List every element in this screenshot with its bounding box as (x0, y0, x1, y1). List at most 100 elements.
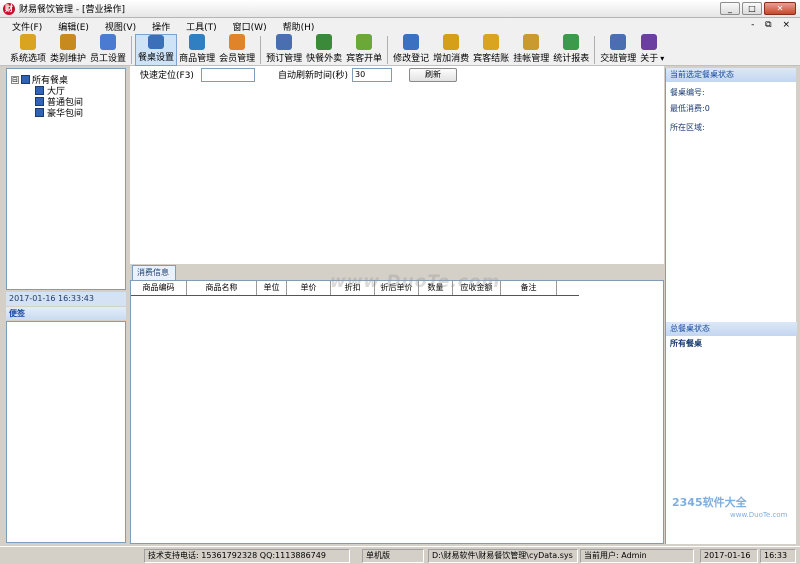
toolbar-button-label: 餐桌设置 (138, 53, 175, 63)
toolbar-icon (148, 35, 165, 49)
total-table-status-value: 所有餐桌 (670, 339, 702, 348)
column-header[interactable]: 备注 (501, 281, 557, 295)
app-icon: 财 (3, 2, 15, 15)
brand-logo: 2345软件大全 (672, 496, 747, 509)
toolbar-button-label: 商品管理 (179, 54, 216, 64)
toolbar-button[interactable]: 类别维护 (48, 34, 88, 66)
toolbar-button-label: 增加消费 (433, 54, 470, 64)
memo-textarea[interactable] (6, 321, 126, 543)
tree-node-luxury-room[interactable]: 豪华包间 (35, 106, 83, 119)
menu-help[interactable]: 帮助(H) (283, 20, 315, 33)
toolbar-separator (387, 36, 389, 64)
consumption-grid: 商品编码 商品名称 单位 单价 折扣 折后单价 数量 应收金额 备注 (130, 280, 664, 544)
tab-consumption-info[interactable]: 消费信息 (132, 265, 176, 280)
status-time: 16:33 (760, 549, 796, 563)
toolbar-button[interactable]: 交班管理 (598, 34, 638, 66)
selected-table-panel: 当前选定餐桌状态 餐桌编号: 最低消费:0 所在区域: 总餐桌状态 所有餐桌 (665, 68, 797, 544)
toolbar-icon (189, 34, 206, 50)
menu-tools[interactable]: 工具(T) (186, 20, 217, 33)
toolbar-button-label: 快餐外卖 (306, 54, 343, 64)
total-table-status-header: 总餐桌状态 (666, 322, 797, 336)
quick-locate-input[interactable] (201, 68, 255, 82)
toolbar-button[interactable]: 商品管理 (177, 34, 217, 66)
refresh-button[interactable]: 刷新 (409, 68, 457, 82)
toolbar-button[interactable]: 宾客开单 (344, 34, 384, 66)
toolbar-button-label: 预订管理 (266, 54, 303, 64)
column-header[interactable]: 商品名称 (187, 281, 257, 295)
auto-refresh-input[interactable]: 30 (352, 68, 392, 82)
toolbar-button[interactable]: 员工设置 (88, 34, 128, 66)
window-title: 财易餐饮管理 - [营业操作] (19, 5, 125, 15)
toolbar-button-label: 系统选项 (10, 54, 47, 64)
min-consumption-field: 最低消费:0 (670, 104, 710, 113)
watermark: www.DuoTe.com (330, 272, 501, 292)
toolbar-button-label: 关于 (640, 54, 659, 64)
menu-view[interactable]: 视图(V) (105, 20, 136, 33)
toolbar-button[interactable]: 系统选项 (8, 34, 48, 66)
brand-url: www.DuoTe.com (730, 511, 788, 519)
toolbar-button[interactable]: 会员管理 (217, 34, 257, 66)
status-edition: 单机版 (362, 549, 424, 563)
toolbar-button[interactable]: 快餐外卖 (304, 34, 344, 66)
toolbar-button[interactable]: 餐桌设置 (135, 34, 178, 66)
column-header[interactable]: 商品编码 (131, 281, 187, 295)
status-date: 2017-01-16 (700, 549, 758, 563)
toolbar-separator (131, 36, 133, 64)
status-data-path: D:\财易软件\财易餐饮管理\cyData.sys (428, 549, 578, 563)
collapse-icon[interactable]: ⊟ (11, 75, 19, 84)
table-status-area: 快速定位(F3) 自动刷新时间(秒) 30 刷新 (130, 66, 664, 264)
toolbar-icon (20, 34, 36, 50)
tree-node-label: 豪华包间 (47, 109, 84, 119)
toolbar-button[interactable]: 挂帐管理 (511, 34, 551, 66)
toolbar-button-label: 员工设置 (90, 54, 127, 64)
status-user: 当前用户: Admin (580, 549, 694, 563)
toolbar-button-label: 宾客开单 (346, 54, 383, 64)
menu-edit[interactable]: 编辑(E) (58, 20, 89, 33)
mdi-window-controls[interactable]: - ⧉ × (751, 20, 794, 30)
quick-locate-label: 快速定位(F3) (140, 71, 194, 81)
close-button[interactable]: ✕ (764, 2, 796, 15)
toolbar-icon (316, 34, 333, 50)
toolbar-button[interactable]: 修改登记 (391, 34, 431, 66)
toolbar-icon (60, 34, 77, 50)
current-datetime: 2017-01-16 16:33:43 (6, 292, 126, 306)
minimize-button[interactable]: _ (720, 2, 740, 15)
table-number-field: 餐桌编号: (670, 88, 705, 97)
toolbar-button-label: 类别维护 (50, 54, 87, 64)
toolbar-button[interactable]: 宾客结账 (471, 34, 511, 66)
selected-table-header: 当前选定餐桌状态 (666, 68, 796, 82)
column-header[interactable]: 单价 (287, 281, 331, 295)
toolbar-icon (641, 34, 658, 50)
toolbar-button[interactable]: 统计报表 (551, 34, 591, 66)
tables-folder-icon (21, 75, 30, 84)
toolbar-icon (610, 34, 627, 50)
toolbar-button[interactable]: 预订管理 (264, 34, 304, 66)
toolbar-button-label: 挂帐管理 (513, 54, 550, 64)
window-controls: _ □ ✕ (720, 2, 796, 15)
table-group-icon (35, 108, 44, 117)
toolbar-button[interactable]: 关于 (638, 34, 660, 66)
status-support: 技术支持电话: 15361792328 QQ:1113886749 (144, 549, 350, 563)
menu-operate[interactable]: 操作 (152, 20, 170, 33)
menu-window[interactable]: 窗口(W) (233, 20, 267, 33)
toolbar-icon (523, 34, 540, 50)
maximize-button[interactable]: □ (742, 2, 762, 15)
status-bar: 技术支持电话: 15361792328 QQ:1113886749 单机版 D:… (0, 546, 800, 564)
toolbar-icon (563, 34, 580, 50)
table-tree: ⊟ 所有餐桌 大厅 普通包间 豪华包间 (6, 68, 126, 290)
column-header[interactable]: 单位 (257, 281, 287, 295)
main-toolbar: 系统选项 类别维护 员工设置 餐桌设置 商品管理 会员管理 预订管理 快餐外卖 宾客开单 修改登记… (0, 34, 800, 66)
toolbar-icon (100, 34, 117, 50)
toolbar-button-label: 会员管理 (219, 54, 256, 64)
title-bar: 财 财易餐饮管理 - [营业操作] _ □ ✕ (0, 0, 800, 18)
toolbar-button[interactable]: 增加消费 (431, 34, 471, 66)
toolbar-separator (594, 36, 596, 64)
toolbar-separator (260, 36, 262, 64)
toolbar-icon (483, 34, 500, 50)
toolbar-icon (276, 34, 293, 50)
toolbar-overflow-icon[interactable]: ▾ (660, 34, 668, 65)
toolbar-icon (229, 34, 246, 50)
toolbar-icon (356, 34, 373, 50)
menu-file[interactable]: 文件(F) (12, 20, 42, 33)
toolbar-icon (443, 34, 460, 50)
